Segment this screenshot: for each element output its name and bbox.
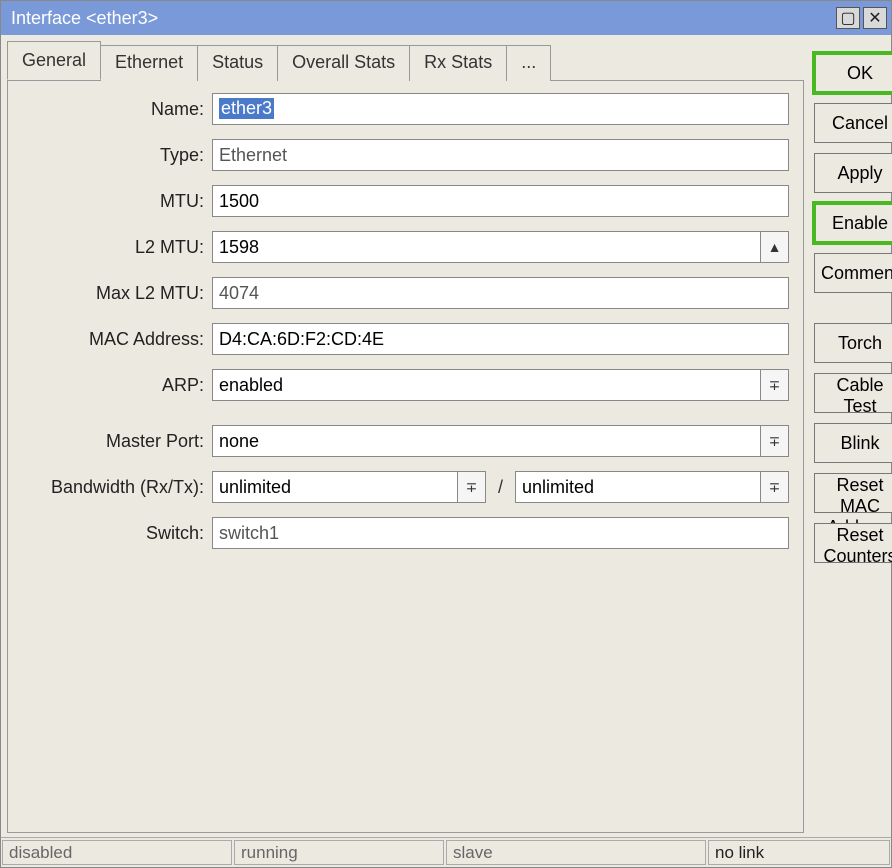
status-running: running (234, 840, 444, 865)
comment-button[interactable]: Comment (814, 253, 892, 293)
reset-mac-button[interactable]: Reset MAC Address (814, 473, 892, 513)
reset-counters-button[interactable]: Reset Counters (814, 523, 892, 563)
cable-test-button[interactable]: Cable Test (814, 373, 892, 413)
ok-button[interactable]: OK (814, 53, 892, 93)
switch-label: Switch: (22, 523, 212, 544)
tab-general[interactable]: General (7, 41, 101, 80)
blink-button[interactable]: Blink (814, 423, 892, 463)
bandwidth-rx-input[interactable] (212, 471, 458, 503)
status-slave: slave (446, 840, 706, 865)
minimize-button[interactable]: ▢ (836, 7, 860, 29)
name-input[interactable]: ether3 (212, 93, 789, 125)
l2mtu-input[interactable] (212, 231, 761, 263)
tab-content-general: Name: ether3 Type: MTU: (7, 80, 804, 833)
tab-overall-stats[interactable]: Overall Stats (277, 45, 410, 81)
right-button-panel: OK Cancel Apply Enable Comment Torch Cab… (814, 41, 892, 833)
master-port-label: Master Port: (22, 431, 212, 452)
torch-button[interactable]: Torch (814, 323, 892, 363)
tab-ethernet[interactable]: Ethernet (100, 45, 198, 81)
switch-input (212, 517, 789, 549)
bandwidth-separator: / (492, 477, 509, 498)
arp-input[interactable] (212, 369, 761, 401)
master-port-input[interactable] (212, 425, 761, 457)
mtu-label: MTU: (22, 191, 212, 212)
maxl2mtu-label: Max L2 MTU: (22, 283, 212, 304)
window-title: Interface <ether3> (11, 8, 833, 29)
mac-input[interactable] (212, 323, 789, 355)
maxl2mtu-input (212, 277, 789, 309)
cancel-button[interactable]: Cancel (814, 103, 892, 143)
tab-more[interactable]: ... (506, 45, 551, 81)
mac-label: MAC Address: (22, 329, 212, 350)
type-label: Type: (22, 145, 212, 166)
tab-rx-stats[interactable]: Rx Stats (409, 45, 507, 81)
name-label: Name: (22, 99, 212, 120)
arp-dropdown-icon[interactable]: ∓ (761, 369, 789, 401)
master-port-dropdown-icon[interactable]: ∓ (761, 425, 789, 457)
tab-bar: General Ethernet Status Overall Stats Rx… (7, 41, 804, 80)
mtu-input[interactable] (212, 185, 789, 217)
l2mtu-label: L2 MTU: (22, 237, 212, 258)
l2mtu-spinner[interactable]: ▲ (761, 231, 789, 263)
status-disabled: disabled (2, 840, 232, 865)
titlebar: Interface <ether3> ▢ ✕ (1, 1, 891, 35)
name-value-selected: ether3 (219, 98, 274, 119)
bandwidth-label: Bandwidth (Rx/Tx): (22, 477, 212, 498)
close-button[interactable]: ✕ (863, 7, 887, 29)
enable-button[interactable]: Enable (814, 203, 892, 243)
client-area: General Ethernet Status Overall Stats Rx… (1, 35, 891, 837)
type-input (212, 139, 789, 171)
tab-status[interactable]: Status (197, 45, 278, 81)
interface-dialog: Interface <ether3> ▢ ✕ General Ethernet … (0, 0, 892, 868)
status-bar: disabled running slave no link (1, 837, 891, 867)
bandwidth-tx-input[interactable] (515, 471, 761, 503)
status-nolink: no link (708, 840, 890, 865)
bandwidth-rx-dropdown-icon[interactable]: ∓ (458, 471, 486, 503)
arp-label: ARP: (22, 375, 212, 396)
left-pane: General Ethernet Status Overall Stats Rx… (7, 41, 804, 833)
apply-button[interactable]: Apply (814, 153, 892, 193)
bandwidth-tx-dropdown-icon[interactable]: ∓ (761, 471, 789, 503)
